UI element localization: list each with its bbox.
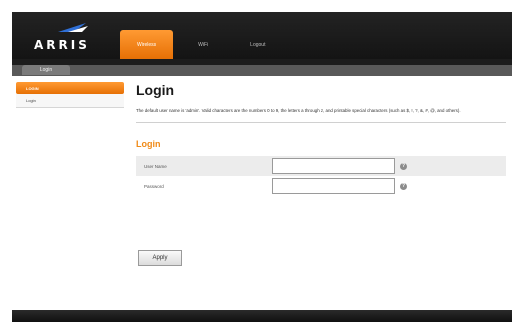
main-panel: Login The default user name is 'admin'. …	[136, 82, 506, 266]
username-row: User Name ?	[136, 156, 506, 176]
page-title: Login	[136, 82, 175, 98]
username-label: User Name	[144, 163, 167, 169]
divider	[136, 122, 506, 123]
sidebar-item-login-header[interactable]: LOGIN	[16, 82, 124, 94]
top-nav: Wireless WiFi Logout	[120, 30, 290, 59]
sub-nav-bar: Login	[12, 59, 512, 76]
sub-nav-band	[12, 65, 512, 76]
apply-button[interactable]: Apply	[138, 250, 182, 266]
arris-logo-icon	[58, 23, 88, 32]
password-label: Password	[144, 183, 164, 189]
password-input[interactable]	[272, 178, 395, 194]
router-window: ARRIS Wireless WiFi Logout Login LOGIN L…	[12, 12, 512, 322]
sub-tab-login[interactable]: Login	[22, 65, 70, 75]
brand-name: ARRIS	[34, 38, 90, 52]
page-description: The default user name is 'admin'. Valid …	[136, 108, 461, 113]
username-input[interactable]	[272, 158, 395, 174]
section-title: Login	[136, 139, 161, 149]
username-help-icon[interactable]: ?	[400, 162, 407, 170]
content-area: LOGIN Login Login The default user name …	[12, 76, 512, 310]
arris-logo: ARRIS	[34, 22, 104, 52]
password-help-icon[interactable]: ?	[400, 182, 407, 190]
top-header: ARRIS Wireless WiFi Logout	[12, 12, 512, 59]
nav-tab-wireless[interactable]: Wireless	[120, 30, 174, 59]
footer-bar	[12, 310, 512, 322]
sidebar-item-login[interactable]: Login	[16, 94, 124, 108]
sidebar: LOGIN Login	[16, 82, 124, 108]
nav-tab-wifi[interactable]: WiFi	[181, 30, 225, 59]
login-form: User Name ? Password ?	[136, 156, 506, 196]
password-row: Password ?	[136, 176, 506, 196]
nav-tab-logout[interactable]: Logout	[233, 30, 282, 59]
